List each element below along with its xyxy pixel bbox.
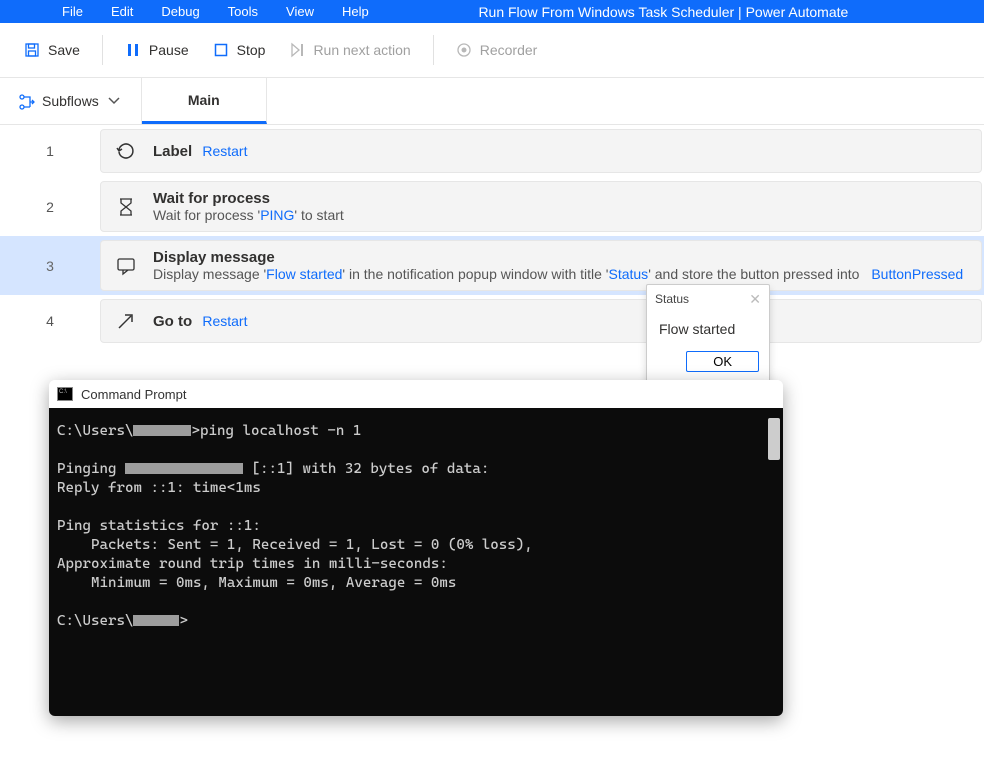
menu-debug[interactable]: Debug xyxy=(147,2,213,21)
message-icon xyxy=(115,255,137,277)
stop-label: Stop xyxy=(237,42,266,58)
step-icon xyxy=(289,42,305,58)
menu-bar: File Edit Debug Tools View Help Run Flow… xyxy=(0,0,984,23)
redacted-text xyxy=(125,463,243,474)
action-title: Display message xyxy=(153,249,963,266)
action-card: Wait for process Wait for process 'PING'… xyxy=(100,181,982,232)
save-icon xyxy=(24,42,40,58)
redacted-text xyxy=(133,615,179,626)
menu-file[interactable]: File xyxy=(48,2,97,21)
scrollbar-thumb[interactable] xyxy=(768,418,780,460)
action-title: Label Restart xyxy=(153,143,247,160)
subflow-icon xyxy=(18,93,34,109)
window-title: Run Flow From Windows Task Scheduler | P… xyxy=(443,4,984,20)
menu-help[interactable]: Help xyxy=(328,2,383,21)
goto-icon xyxy=(115,310,137,332)
subflows-dropdown[interactable]: Subflows xyxy=(0,78,142,124)
action-description: Wait for process 'PING' to start xyxy=(153,207,344,223)
action-row-2[interactable]: 2 Wait for process Wait for process 'PIN… xyxy=(0,177,984,236)
save-label: Save xyxy=(48,42,80,58)
tab-main[interactable]: Main xyxy=(142,78,267,124)
action-card: Go to Restart xyxy=(100,299,982,343)
recorder-button[interactable]: Recorder xyxy=(446,38,548,62)
menu-edit[interactable]: Edit xyxy=(97,2,147,21)
action-title: Wait for process xyxy=(153,190,344,207)
action-row-1[interactable]: 1 Label Restart xyxy=(0,125,984,177)
toolbar-separator xyxy=(433,35,434,65)
flow-actions: 1 Label Restart 2 Wait for process Wait … xyxy=(0,125,984,347)
dialog-message: Flow started xyxy=(647,313,769,351)
command-prompt-window: Command Prompt C:\Users\>ping localhost … xyxy=(49,380,783,716)
action-card: Display message Display message 'Flow st… xyxy=(100,240,982,291)
action-row-4[interactable]: 4 Go to Restart xyxy=(0,295,984,347)
toolbar-separator xyxy=(102,35,103,65)
action-title: Go to Restart xyxy=(153,313,247,330)
dialog-title: Status xyxy=(655,292,689,306)
redacted-text xyxy=(133,425,191,436)
line-number: 1 xyxy=(0,129,100,173)
action-card: Label Restart xyxy=(100,129,982,173)
cmd-icon xyxy=(57,387,73,401)
dialog-titlebar[interactable]: Status ✕ xyxy=(647,285,769,313)
subflows-label: Subflows xyxy=(42,93,99,109)
tab-main-label: Main xyxy=(188,92,220,108)
run-next-label: Run next action xyxy=(313,42,410,58)
pause-icon xyxy=(125,42,141,58)
line-number: 3 xyxy=(0,240,100,291)
record-icon xyxy=(456,42,472,58)
line-number: 4 xyxy=(0,299,100,343)
tabs-row: Subflows Main xyxy=(0,77,984,125)
action-row-3[interactable]: 3 Display message Display message 'Flow … xyxy=(0,236,984,295)
recorder-label: Recorder xyxy=(480,42,538,58)
stop-icon xyxy=(213,42,229,58)
action-description: Display message 'Flow started' in the no… xyxy=(153,266,963,282)
ok-button[interactable]: OK xyxy=(686,351,759,372)
line-number: 2 xyxy=(0,181,100,232)
status-dialog: Status ✕ Flow started OK xyxy=(646,284,770,387)
chevron-down-icon xyxy=(107,93,123,109)
save-button[interactable]: Save xyxy=(14,38,90,62)
close-icon[interactable]: ✕ xyxy=(749,291,761,308)
menu-view[interactable]: View xyxy=(272,2,328,21)
cmd-title: Command Prompt xyxy=(81,387,186,402)
pause-label: Pause xyxy=(149,42,189,58)
cmd-output[interactable]: C:\Users\>ping localhost -n 1 Pinging [:… xyxy=(49,408,783,716)
cmd-titlebar[interactable]: Command Prompt xyxy=(49,380,783,408)
toolbar: Save Pause Stop Run next action Recorder xyxy=(0,23,984,77)
pause-button[interactable]: Pause xyxy=(115,38,199,62)
run-next-action-button[interactable]: Run next action xyxy=(279,38,420,62)
label-icon xyxy=(115,140,137,162)
hourglass-icon xyxy=(115,196,137,218)
stop-button[interactable]: Stop xyxy=(203,38,276,62)
menu-tools[interactable]: Tools xyxy=(214,2,272,21)
